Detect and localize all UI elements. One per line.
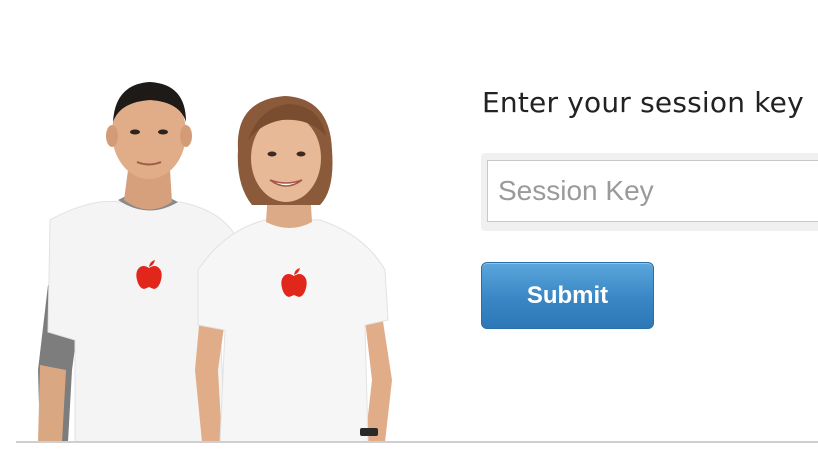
session-key-input[interactable] bbox=[487, 160, 818, 222]
female-staff-figure bbox=[195, 96, 392, 442]
bottom-divider bbox=[16, 441, 818, 443]
hero-photo bbox=[20, 70, 410, 442]
session-key-field-container bbox=[481, 153, 818, 231]
session-key-page: Enter your session key Submit bbox=[0, 0, 818, 472]
submit-button[interactable]: Submit bbox=[481, 262, 654, 329]
page-title: Enter your session key bbox=[482, 86, 804, 119]
